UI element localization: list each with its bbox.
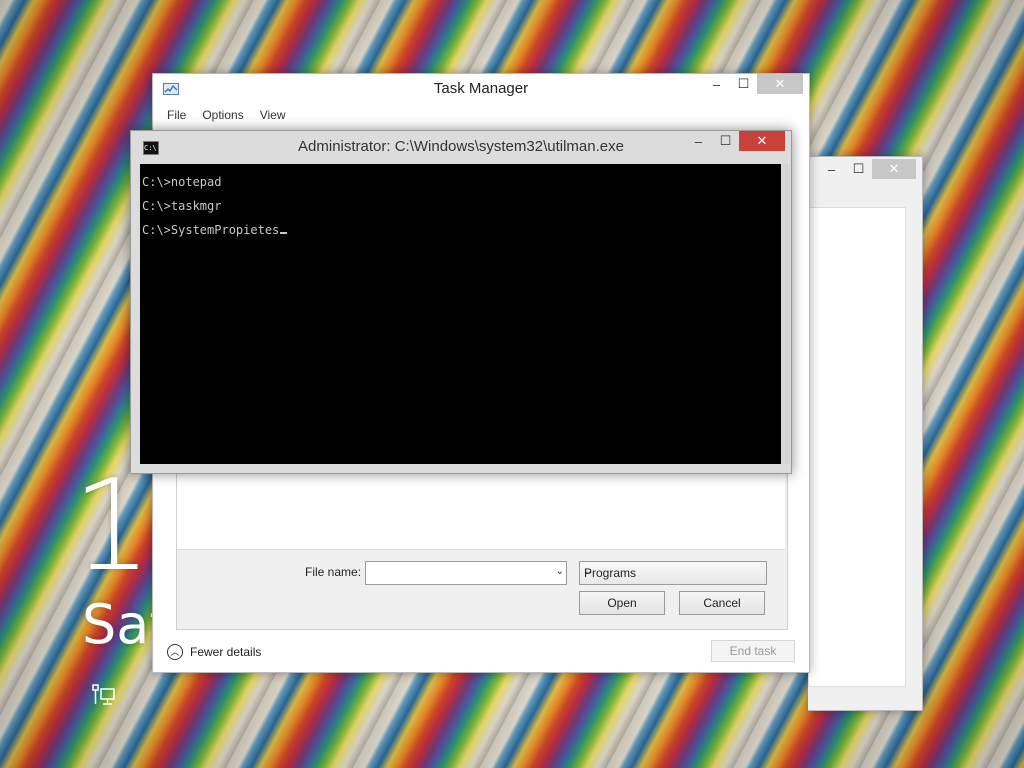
maximize-icon[interactable]: ☐	[712, 131, 739, 151]
file-type-select[interactable]: Programs ⌄	[579, 561, 767, 585]
text-cursor	[280, 232, 288, 234]
menu-bar: File Options View	[159, 106, 294, 124]
vertical-scrollbar[interactable]	[906, 207, 920, 685]
maximize-icon[interactable]: ☐	[845, 159, 872, 179]
console-input: C:\>SystemPropietes	[142, 223, 280, 237]
menu-options[interactable]: Options	[194, 106, 251, 124]
chevron-up-icon: ︿	[167, 644, 183, 660]
minimize-icon[interactable]: –	[818, 159, 845, 179]
menu-file[interactable]: File	[159, 106, 194, 124]
file-name-label: File name:	[305, 565, 362, 579]
fewer-details-button[interactable]: ︿ Fewer details	[167, 644, 261, 660]
minimize-icon[interactable]: –	[703, 74, 730, 94]
open-dialog[interactable]: File name: ⌄ Programs ⌄ Open Cancel	[176, 460, 788, 630]
open-dialog-window-back[interactable]: – ☐ ✕	[808, 156, 923, 711]
minimize-icon[interactable]: –	[685, 131, 712, 151]
file-list-pane[interactable]	[808, 207, 906, 687]
cancel-button[interactable]: Cancel	[679, 591, 765, 615]
menu-view[interactable]: View	[252, 106, 294, 124]
vertical-scrollbar[interactable]	[782, 164, 790, 464]
network-icon[interactable]	[92, 684, 116, 706]
fewer-details-label: Fewer details	[190, 645, 262, 659]
chevron-down-icon: ⌄	[584, 566, 593, 577]
chevron-down-icon[interactable]: ⌄	[556, 566, 564, 577]
console-line: C:\>taskmgr	[142, 199, 222, 213]
close-icon[interactable]: ✕	[872, 159, 916, 179]
maximize-icon[interactable]: ☐	[730, 74, 757, 94]
close-icon[interactable]: ✕	[757, 74, 803, 94]
console-window[interactable]: C:\ Administrator: C:\Windows\system32\u…	[130, 130, 792, 474]
close-icon[interactable]: ✕	[739, 131, 785, 151]
task-manager-footer: ︿ Fewer details End task	[153, 632, 809, 672]
console-output[interactable]: C:\>notepad C:\>taskmgr C:\>SystemPropie…	[140, 164, 781, 464]
open-button[interactable]: Open	[579, 591, 665, 615]
console-line: C:\>notepad	[142, 175, 222, 189]
file-list[interactable]	[177, 461, 785, 550]
end-task-button[interactable]: End task	[711, 640, 795, 662]
console-line: C:\>SystemPropietes	[142, 223, 288, 237]
file-name-input[interactable]: ⌄	[365, 561, 567, 585]
